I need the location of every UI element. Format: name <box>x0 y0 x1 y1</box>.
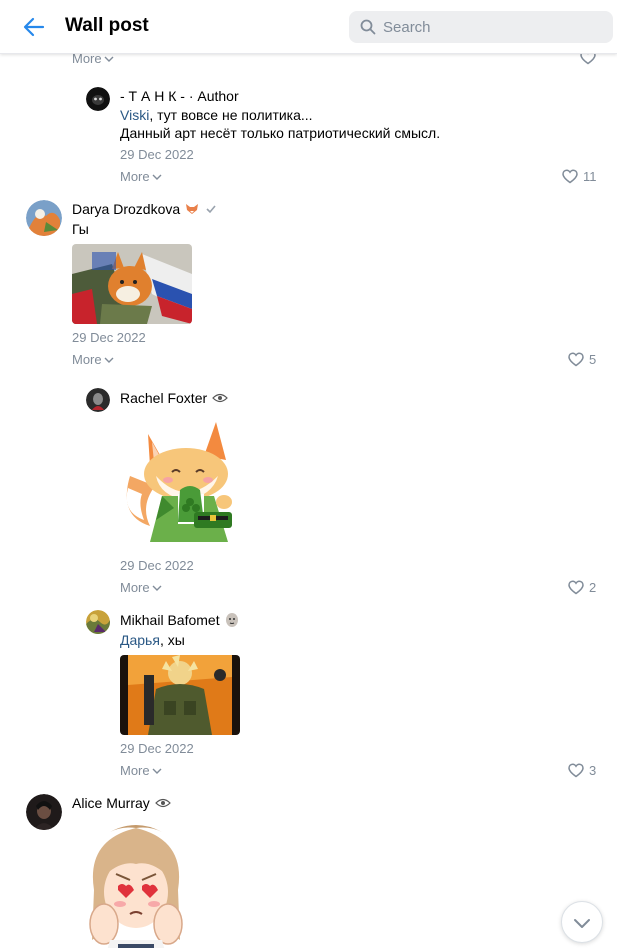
heart-icon <box>568 763 584 778</box>
search-input[interactable] <box>383 11 603 43</box>
comment-image[interactable] <box>120 655 240 735</box>
avatar[interactable] <box>26 794 62 830</box>
comment-text: Дарья, хы <box>120 632 185 648</box>
like-button[interactable]: 2 <box>568 580 596 595</box>
avatar[interactable] <box>26 200 62 236</box>
comment-date[interactable]: 29 Dec 2022 <box>120 558 194 573</box>
comment-date[interactable]: 29 Dec 2022 <box>120 147 194 162</box>
eye-icon <box>212 393 229 403</box>
more-button[interactable]: More <box>120 580 162 595</box>
like-button[interactable]: 3 <box>568 763 596 778</box>
back-button[interactable] <box>20 13 48 41</box>
more-button[interactable]: More <box>120 763 162 778</box>
chevron-down-icon <box>152 174 162 180</box>
comment-image[interactable] <box>72 244 192 324</box>
heart-icon <box>568 352 584 367</box>
comment-author: Rachel Foxter <box>120 390 229 406</box>
author-badge: Author <box>197 88 239 104</box>
author-name[interactable]: Rachel Foxter <box>120 390 207 406</box>
face-emoji-icon <box>225 613 238 627</box>
reply-mention[interactable]: Дарья <box>120 632 160 648</box>
like-count: 2 <box>589 580 597 595</box>
comment-text-line: Данный арт несёт только патриотический с… <box>120 125 441 141</box>
search-icon <box>360 19 376 35</box>
author-name[interactable]: - Т А Н К - · <box>120 88 193 104</box>
like-button[interactable]: 11 <box>562 169 597 184</box>
comment-date[interactable]: 29 Dec 2022 <box>120 741 194 756</box>
comment-author: Mikhail Bafomet <box>120 612 239 628</box>
fox-emoji-icon <box>186 204 199 214</box>
chevron-down-icon <box>574 919 590 928</box>
like-count: 3 <box>589 763 597 778</box>
author-name[interactable]: Darya Drozdkova <box>72 201 180 217</box>
avatar[interactable] <box>86 388 110 412</box>
chevron-down-icon <box>152 768 162 774</box>
heart-icon <box>562 169 578 184</box>
arrow-left-icon <box>23 17 45 37</box>
like-button[interactable]: 5 <box>568 352 596 367</box>
more-button[interactable]: More <box>72 352 114 367</box>
reply-mention[interactable]: Viski <box>120 107 149 123</box>
verified-icon <box>206 205 216 214</box>
heart-icon <box>568 580 584 595</box>
author-name[interactable]: Mikhail Bafomet <box>120 612 220 628</box>
author-name[interactable]: Alice Murray <box>72 795 150 811</box>
fox-sticker[interactable] <box>120 416 246 550</box>
search-box[interactable] <box>349 11 613 43</box>
avatar[interactable] <box>86 610 110 634</box>
more-button[interactable]: More <box>120 169 162 184</box>
eye-icon <box>154 798 171 808</box>
chevron-down-icon <box>152 585 162 591</box>
chevron-down-icon <box>104 357 114 363</box>
like-count: 5 <box>589 352 597 367</box>
chevron-down-icon <box>104 56 114 62</box>
girl-sticker[interactable] <box>80 820 192 948</box>
avatar[interactable] <box>86 87 110 111</box>
page-header: Wall post <box>0 0 617 54</box>
scroll-down-button[interactable] <box>561 901 603 943</box>
comment-text: Гы <box>72 221 89 237</box>
comment-text: Viski, тут вовсе не политика... <box>120 107 313 123</box>
like-count: 11 <box>583 169 597 184</box>
comment-author: Darya Drozdkova <box>72 201 218 217</box>
page-title: Wall post <box>65 15 149 36</box>
comment-author: Alice Murray <box>72 795 171 811</box>
comment-author: - Т А Н К - · Author <box>120 88 239 104</box>
comment-date[interactable]: 29 Dec 2022 <box>72 330 146 345</box>
